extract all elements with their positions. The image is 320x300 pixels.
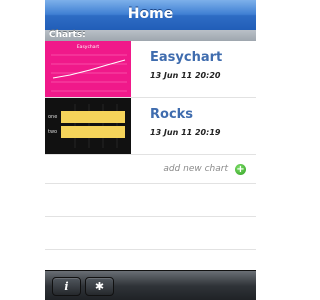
info-button[interactable]: i [52, 277, 81, 296]
chart-date: 13 Jun 11 20:19 [150, 128, 221, 137]
chart-list: Easychart Easychart 13 Jun 11 20:20 one … [45, 41, 256, 283]
chart-name: Easychart [150, 50, 223, 65]
nav-title: Home [127, 6, 174, 22]
thumb-title: Easychart [77, 44, 100, 50]
settings-button[interactable]: ✱ [85, 277, 114, 296]
bottom-toolbar: i ✱ [45, 270, 256, 300]
add-new-chart-row[interactable]: add new chart + [45, 155, 256, 184]
navigation-bar: Home [45, 0, 256, 31]
plus-circle-icon[interactable]: + [235, 164, 246, 175]
app-screen: Home Charts: Easychart Easychart 13 Jun … [45, 0, 256, 300]
chart-thumbnail-easychart: Easychart [45, 41, 131, 97]
chart-row-easychart[interactable]: Easychart Easychart 13 Jun 11 20:20 [45, 41, 256, 98]
thumb-label-two: two [48, 129, 57, 135]
info-icon: i [64, 280, 69, 293]
chart-name: Rocks [150, 107, 194, 122]
chart-row-rocks[interactable]: one two Rocks 13 Jun 11 20:19 [45, 98, 256, 155]
section-header: Charts: [45, 30, 256, 41]
add-new-chart-label: add new chart [163, 164, 228, 174]
thumb-label-one: one [48, 114, 57, 120]
gear-icon: ✱ [94, 280, 105, 293]
chart-thumbnail-rocks: one two [45, 98, 131, 154]
empty-row [45, 184, 256, 217]
chart-date: 13 Jun 11 20:20 [150, 71, 221, 80]
empty-row [45, 217, 256, 250]
